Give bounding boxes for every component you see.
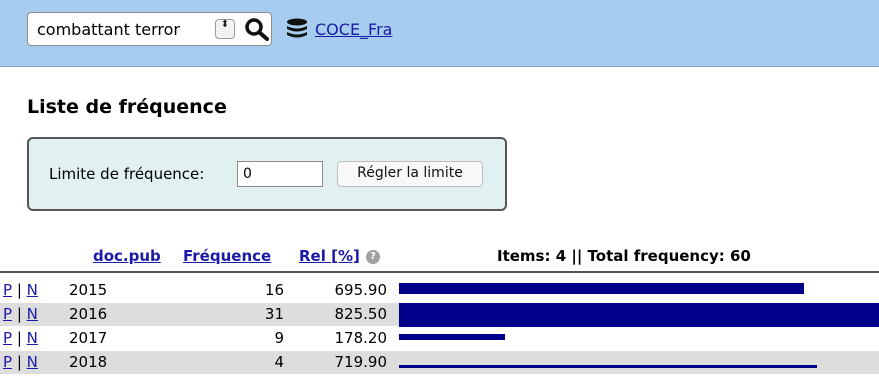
frequency-bar [399,334,505,340]
row-year: 2015 [69,281,108,299]
column-header-frequency[interactable]: Fréquence [183,247,271,265]
positive-filter-link[interactable]: P [3,353,12,371]
row-links: P | N [3,353,38,371]
link-separator: | [16,353,22,371]
negative-filter-link[interactable]: N [27,305,38,323]
frequency-bar [399,365,817,368]
row-frequency: 31 [264,305,284,323]
row-frequency: 16 [264,281,284,299]
negative-filter-link[interactable]: N [27,281,38,299]
positive-filter-link[interactable]: P [3,305,12,323]
limit-input[interactable] [237,161,323,187]
table-summary: Items: 4 || Total frequency: 60 [497,247,751,265]
set-limit-button[interactable]: Régler la limite [337,161,483,187]
row-rel: 695.90 [334,281,388,299]
row-rel: 719.90 [334,353,388,371]
limit-label: Limite de fréquence: [49,165,205,183]
frequency-bar [399,303,879,327]
query-value: combattant terror [37,20,180,39]
link-separator: | [16,305,22,323]
spinner-glyph: ⬍ [220,19,230,30]
help-glyph: ? [370,251,376,262]
column-header-doc[interactable]: doc.pub [93,247,161,265]
row-year: 2017 [69,329,108,347]
help-icon[interactable]: ? [366,250,380,264]
spinner-icon[interactable]: ⬍ [215,19,235,39]
search-icon[interactable] [243,16,271,42]
row-rel: 825.50 [334,305,388,323]
positive-filter-link[interactable]: P [3,281,12,299]
negative-filter-link[interactable]: N [27,329,38,347]
row-links: P | N [3,281,38,299]
table-row: P | N 2017 9 178.20 [0,327,879,350]
row-frequency: 9 [274,329,284,347]
row-frequency: 4 [274,353,284,371]
row-year: 2018 [69,353,108,371]
query-select[interactable]: combattant terror ⬍ [27,12,272,46]
top-bar: combattant terror ⬍ COCE_Fra [0,0,879,67]
row-rel: 178.20 [334,329,388,347]
corpus-link[interactable]: COCE_Fra [315,20,392,39]
frequency-bar [399,283,804,294]
table-row: P | N 2015 16 695.90 [0,279,879,302]
link-separator: | [16,281,22,299]
table-row: P | N 2018 4 719.90 [0,351,879,374]
page-title: Liste de fréquence [27,96,227,118]
column-header-rel[interactable]: Rel [%] [299,247,360,265]
link-separator: | [16,329,22,347]
frequency-limit-panel: Limite de fréquence: Régler la limite [27,137,507,211]
header-divider [0,271,879,273]
positive-filter-link[interactable]: P [3,329,12,347]
database-icon [287,18,307,38]
row-links: P | N [3,305,38,323]
row-links: P | N [3,329,38,347]
negative-filter-link[interactable]: N [27,353,38,371]
table-row: P | N 2016 31 825.50 [0,303,879,327]
row-year: 2016 [69,305,108,323]
